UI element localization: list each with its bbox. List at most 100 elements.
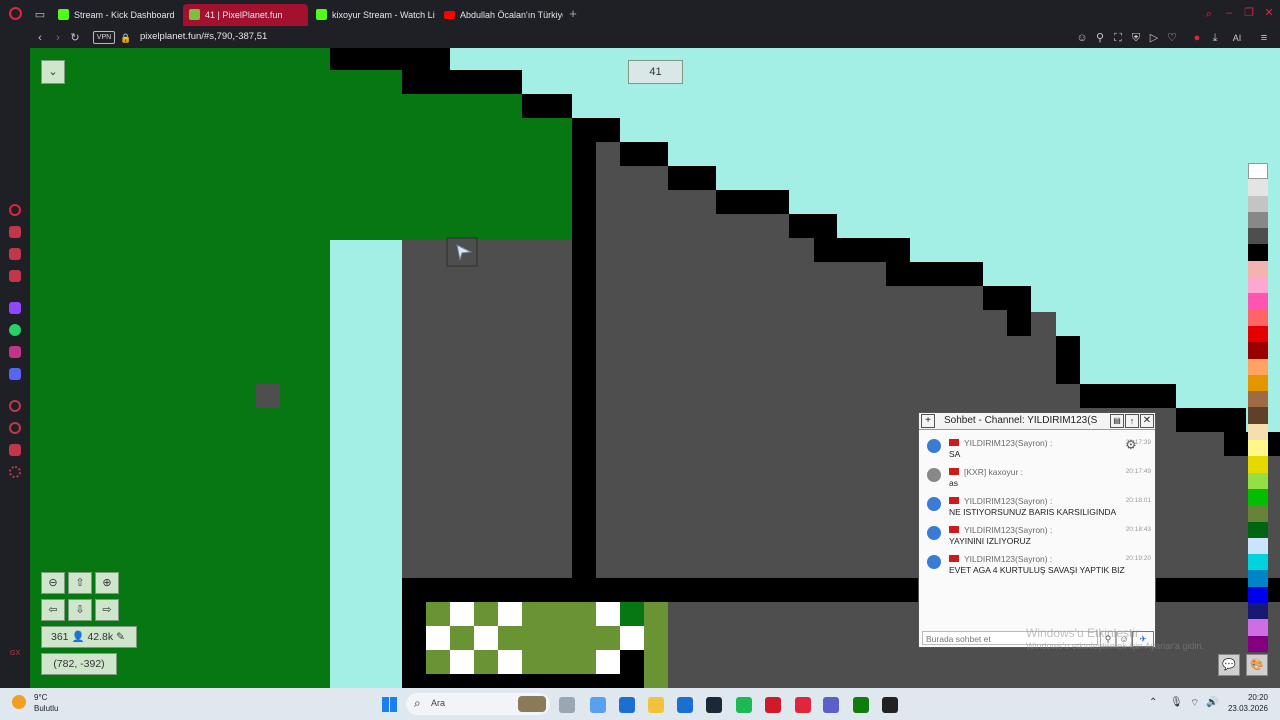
tab-overview-icon[interactable]: ▭ xyxy=(33,8,47,22)
plus-icon[interactable]: + xyxy=(566,7,580,21)
minimize-icon[interactable]: – xyxy=(1222,6,1236,20)
palette-swatch[interactable] xyxy=(1248,472,1268,489)
palette-swatch[interactable] xyxy=(1248,570,1268,587)
palette-swatch[interactable] xyxy=(1248,277,1268,294)
vpn-badge[interactable]: VPN xyxy=(93,31,115,44)
download-icon[interactable]: ⤓ xyxy=(1208,31,1222,45)
extensions-icon[interactable] xyxy=(9,444,21,456)
chat-add-icon[interactable]: + xyxy=(921,414,935,428)
volume-icon[interactable]: 🔊 xyxy=(1206,697,1218,708)
user-avatar-icon[interactable] xyxy=(927,439,941,453)
history-icon[interactable] xyxy=(9,422,21,434)
steam-icon[interactable] xyxy=(706,697,722,713)
heart-icon[interactable]: ♡ xyxy=(1165,31,1179,45)
twitch-icon[interactable] xyxy=(9,302,21,314)
arrow-right-icon[interactable]: ⇨ xyxy=(95,599,119,621)
spotify-icon[interactable] xyxy=(736,697,752,713)
folder-icon[interactable] xyxy=(648,697,664,713)
palette-swatch[interactable] xyxy=(1248,603,1268,620)
lock-icon[interactable]: 🔒 xyxy=(119,31,133,45)
palette-swatch[interactable] xyxy=(1248,537,1268,555)
chat-popout-icon[interactable]: ↑ xyxy=(1125,414,1139,428)
chat-username[interactable]: YILDIRIM123(Sayron) : xyxy=(964,496,1052,506)
ai-icon[interactable]: AI xyxy=(1226,31,1248,45)
palette-swatch[interactable] xyxy=(1248,244,1268,261)
media-icon[interactable] xyxy=(765,697,781,713)
settings-icon[interactable] xyxy=(9,466,21,478)
xbox-icon[interactable] xyxy=(853,697,869,713)
chat-close-icon[interactable]: ✕ xyxy=(1140,414,1154,428)
palette-swatch[interactable] xyxy=(1248,309,1268,326)
palette-toggle-button[interactable]: 🎨 xyxy=(1246,654,1268,676)
music-icon[interactable] xyxy=(9,270,21,282)
palette-swatch[interactable] xyxy=(1248,179,1268,196)
maximize-icon[interactable]: ❐ xyxy=(1242,6,1256,20)
copilot-icon[interactable] xyxy=(590,697,606,713)
shield-icon[interactable]: ⛨ xyxy=(1129,31,1143,45)
github-icon[interactable] xyxy=(882,697,898,713)
menu-icon[interactable]: ≡ xyxy=(1257,31,1271,45)
coordinates-box[interactable]: (782, -392) xyxy=(41,653,117,675)
palette-swatch[interactable] xyxy=(1248,228,1268,245)
palette-swatch[interactable] xyxy=(1248,521,1268,538)
tab-kick-dashboard[interactable]: Stream - Kick Dashboard xyxy=(52,4,182,26)
user-avatar-icon[interactable] xyxy=(927,497,941,511)
palette-swatch[interactable] xyxy=(1248,391,1268,408)
palette-swatch[interactable] xyxy=(1248,505,1268,522)
tab-kixoyur-stream[interactable]: kixoyur Stream - Watch Li xyxy=(310,4,435,26)
whatsapp-icon[interactable] xyxy=(9,324,21,336)
outlook-icon[interactable] xyxy=(619,697,635,713)
palette-swatch[interactable] xyxy=(1248,358,1268,375)
search-box[interactable]: ⌕ Ara xyxy=(406,693,550,715)
palette-swatch[interactable] xyxy=(1248,423,1268,441)
arrow-up-icon[interactable]: ⇧ xyxy=(68,572,92,594)
zoom-in-icon[interactable]: ⊕ xyxy=(95,572,119,594)
palette-swatch[interactable] xyxy=(1248,586,1268,604)
palette-swatch[interactable] xyxy=(1248,488,1268,506)
user-avatar-icon[interactable] xyxy=(927,555,941,569)
chat-titlebar[interactable]: + Sohbet - Channel: YILDIRIM123(S ▤ ↑ ✕ xyxy=(919,413,1155,430)
pin-icon[interactable]: ⚲ xyxy=(1093,31,1107,45)
palette-swatch[interactable] xyxy=(1248,163,1268,180)
palette-swatch[interactable] xyxy=(1248,407,1268,424)
palette-swatch[interactable] xyxy=(1248,619,1268,636)
search-tabs-icon[interactable]: ⌕ xyxy=(1202,7,1216,21)
store-icon[interactable] xyxy=(677,697,693,713)
palette-swatch[interactable] xyxy=(1248,260,1268,278)
palette-swatch[interactable] xyxy=(1248,195,1268,212)
chevron-up-icon[interactable]: ⌃ xyxy=(1149,697,1157,708)
chat-username[interactable]: YILDIRIM123(Sayron) : xyxy=(964,438,1052,448)
chat-username[interactable]: YILDIRIM123(Sayron) : xyxy=(964,554,1052,564)
opera-gx-icon[interactable] xyxy=(795,697,811,713)
reload-icon[interactable]: ↻ xyxy=(68,31,82,45)
menu-toggle-button[interactable]: ⌄ xyxy=(41,60,65,84)
forward-icon[interactable]: › xyxy=(51,31,65,45)
instagram-icon[interactable] xyxy=(9,346,21,358)
tab-pixelplanet[interactable]: 41 | PixelPlanet.fun xyxy=(183,4,308,26)
discord-icon[interactable] xyxy=(9,368,21,380)
profile-icon[interactable]: ● xyxy=(1190,31,1204,45)
user-avatar-icon[interactable] xyxy=(927,468,941,482)
tab-youtube[interactable]: Abdullah Öcalan'ın Türkiye xyxy=(438,4,563,26)
palette-swatch[interactable] xyxy=(1248,440,1268,457)
wifi-icon[interactable]: ⌔ xyxy=(1190,697,1199,710)
crypto-wallet-icon[interactable] xyxy=(9,226,21,238)
zoom-out-icon[interactable]: ⊖ xyxy=(41,572,65,594)
file-explorer-icon[interactable] xyxy=(559,697,575,713)
palette-swatch[interactable] xyxy=(1248,342,1268,359)
palette-swatch[interactable] xyxy=(1248,325,1268,343)
emoji-icon[interactable]: ☺ xyxy=(1075,31,1089,45)
speed-dial-icon[interactable] xyxy=(9,400,21,412)
chat-toggle-button[interactable]: 💬 xyxy=(1218,654,1240,676)
palette-swatch[interactable] xyxy=(1248,456,1268,473)
palette-swatch[interactable] xyxy=(1248,211,1268,229)
taskbar-clock[interactable]: 20:20 23.03.2026 xyxy=(1222,693,1268,713)
microphone-icon[interactable]: 🎙 xyxy=(1170,697,1183,708)
opera-logo-icon[interactable] xyxy=(9,7,22,20)
palette-swatch[interactable] xyxy=(1248,293,1268,310)
snapshot-icon[interactable]: ⛶ xyxy=(1111,31,1125,45)
chat-username[interactable]: [KXR] kaxoyur : xyxy=(964,467,1023,477)
chat-username[interactable]: YILDIRIM123(Sayron) : xyxy=(964,525,1052,535)
aria-icon[interactable] xyxy=(9,204,21,216)
url-field[interactable]: pixelplanet.fun/#s,790,-387,51 xyxy=(140,31,267,43)
